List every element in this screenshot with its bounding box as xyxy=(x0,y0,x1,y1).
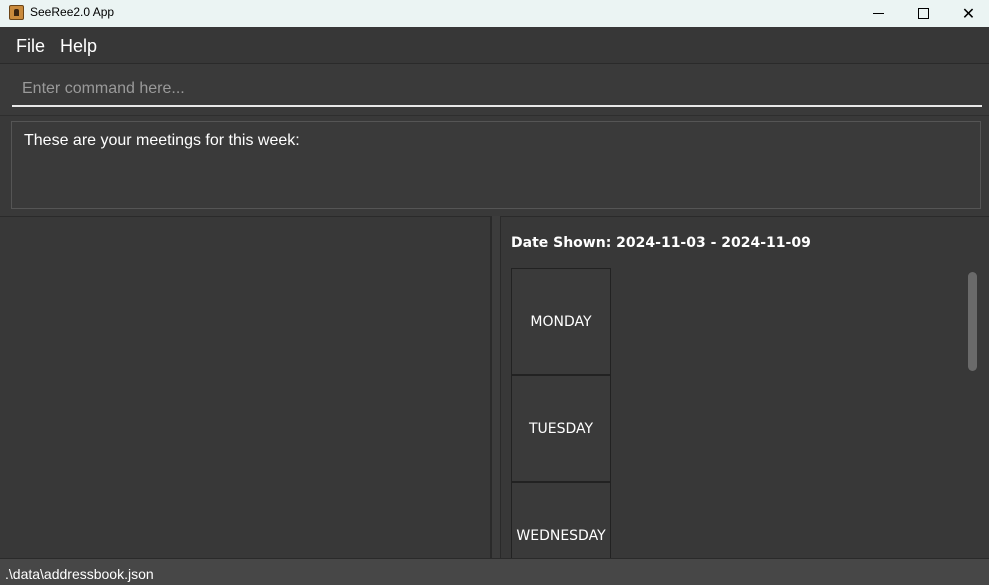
menu-help[interactable]: Help xyxy=(60,36,97,57)
close-icon: ✕ xyxy=(961,3,976,23)
day-cell-monday[interactable]: MONDAY xyxy=(511,268,611,375)
maximize-icon xyxy=(918,8,929,19)
status-file-path: .\data\addressbook.json xyxy=(5,566,154,582)
schedule-panel[interactable]: Date Shown: 2024-11-03 - 2024-11-09 MOND… xyxy=(501,216,989,558)
command-box xyxy=(0,64,989,116)
day-label: WEDNESDAY xyxy=(516,527,606,544)
window-titlebar[interactable]: SeeRee2.0 App ✕ xyxy=(0,0,989,27)
menu-file[interactable]: File xyxy=(16,36,45,57)
result-message: These are your meetings for this week: xyxy=(24,132,300,149)
status-bar: .\data\addressbook.json xyxy=(0,558,989,585)
window-title: SeeRee2.0 App xyxy=(30,5,115,19)
command-input[interactable] xyxy=(12,73,982,107)
result-display[interactable]: These are your meetings for this week: xyxy=(11,121,981,209)
maximize-button[interactable] xyxy=(901,0,946,27)
close-button[interactable]: ✕ xyxy=(946,0,989,27)
split-pane-divider[interactable] xyxy=(491,216,501,558)
day-label: MONDAY xyxy=(530,313,592,330)
person-list-panel[interactable] xyxy=(0,216,491,558)
date-shown-label: Date Shown: 2024-11-03 - 2024-11-09 xyxy=(511,235,811,251)
schedule-scrollbar[interactable] xyxy=(968,272,977,371)
menu-bar: File Help xyxy=(0,27,989,64)
minimize-icon xyxy=(873,13,884,14)
day-label: TUESDAY xyxy=(528,420,594,437)
minimize-button[interactable] xyxy=(856,0,901,27)
app-icon xyxy=(9,5,24,20)
day-cell-wednesday[interactable]: WEDNESDAY xyxy=(511,482,611,558)
result-display-area: These are your meetings for this week: xyxy=(0,116,989,216)
day-cell-tuesday[interactable]: TUESDAY xyxy=(511,375,611,482)
